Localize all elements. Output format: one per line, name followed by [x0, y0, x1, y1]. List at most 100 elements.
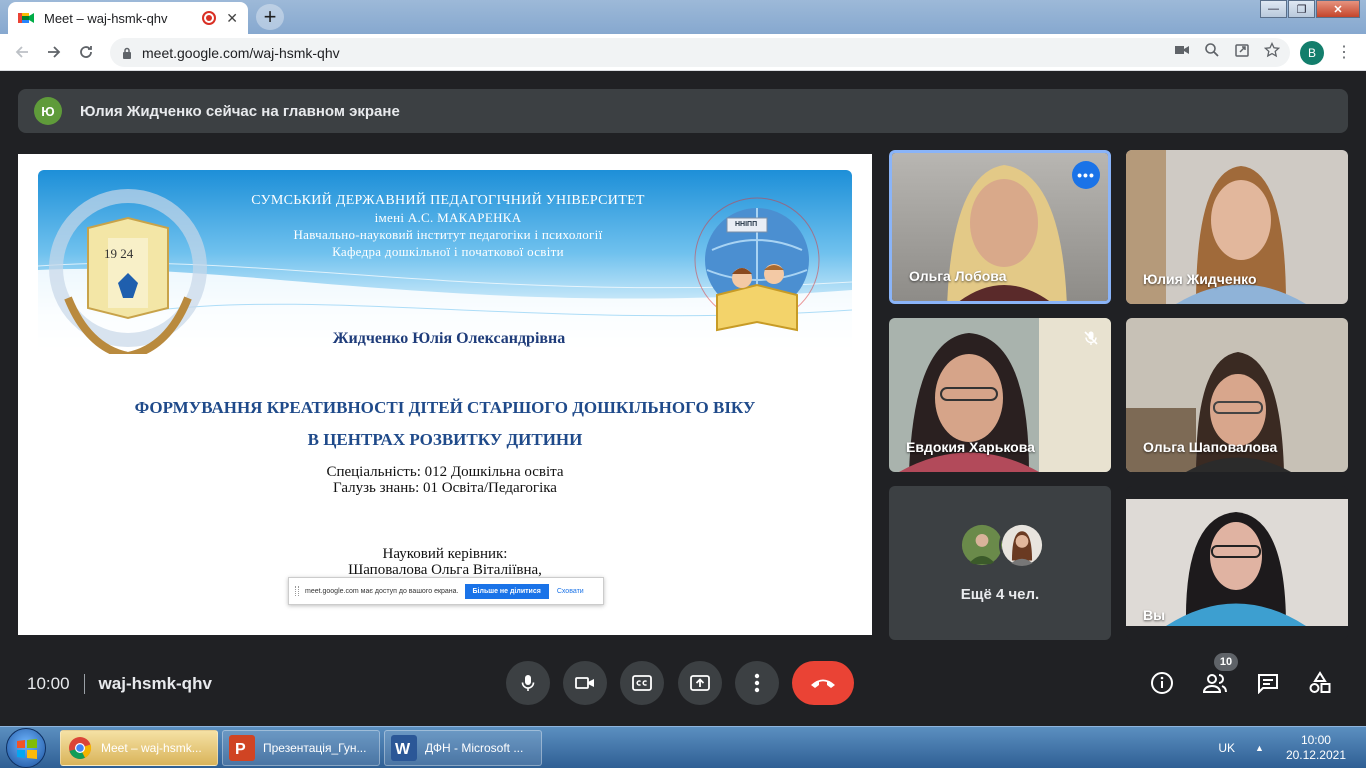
share-bar-text: meet.google.com має доступ до вашого екр…	[305, 587, 459, 595]
address-bar[interactable]: meet.google.com/waj-hsmk-qhv	[110, 38, 1290, 67]
show-hidden-icons-icon[interactable]: ▲	[1255, 743, 1264, 753]
activities-icon	[1309, 671, 1331, 693]
windows-logo-icon	[17, 739, 37, 759]
camera-button[interactable]	[563, 661, 607, 705]
participant-name: Юлия Жидченко	[1143, 271, 1257, 287]
meeting-code: waj-hsmk-qhv	[98, 674, 212, 693]
people-button[interactable]	[1201, 669, 1229, 697]
university-named-after: імені А.С. МАКАРЕНКА	[374, 210, 522, 225]
new-tab-button[interactable]: +	[256, 4, 284, 30]
institute-name: Навчально-науковий інститут педагогіки і…	[293, 227, 603, 242]
specialty-block: Спеціальність: 012 Дошкільна освіта Галу…	[18, 464, 872, 496]
system-tray: UK ▲ 10:00 20.12.2021	[1218, 727, 1360, 768]
others-avatars	[959, 522, 1045, 568]
more-options-menu-button[interactable]	[735, 661, 779, 705]
participant-name: Ольга Лобова	[909, 268, 1007, 284]
presentation-banner: Ю Юлия Жидченко сейчас на главном экране	[18, 89, 1348, 133]
people-count-badge: 10	[1214, 653, 1238, 671]
taskbar-item-chrome[interactable]: Meet – waj-hsmk...	[60, 730, 218, 766]
participant-tile[interactable]: ••• Ольга Лобова	[889, 150, 1111, 304]
svg-text:P: P	[235, 741, 246, 757]
os-taskbar: Meet – waj-hsmk... P Презентація_Гун... …	[0, 726, 1366, 768]
forward-arrow-icon[interactable]	[38, 36, 70, 68]
tab-title: Meet – waj-hsmk-qhv	[44, 10, 168, 26]
leave-call-button[interactable]	[792, 661, 854, 705]
others-tile[interactable]: Ещё 4 чел.	[889, 486, 1111, 640]
participant-tile[interactable]: Ольга Шаповалова	[1126, 318, 1348, 472]
back-arrow-icon[interactable]	[6, 36, 38, 68]
maximize-button[interactable]: ❐	[1288, 0, 1315, 18]
captions-button[interactable]	[620, 661, 664, 705]
drag-handle-icon[interactable]	[295, 586, 299, 596]
camera-icon	[575, 677, 594, 689]
browser-toolbar: meet.google.com/waj-hsmk-qhv B ⋮	[0, 34, 1366, 71]
logo-year: 19 24	[104, 246, 134, 261]
lock-icon	[123, 47, 131, 59]
chat-button[interactable]	[1254, 669, 1282, 697]
participant-tile[interactable]: Юлия Жидченко	[1126, 150, 1348, 304]
omnibox-actions	[1174, 42, 1280, 58]
present-screen-icon	[690, 675, 710, 691]
clock-time: 10:00	[1300, 733, 1331, 747]
start-button[interactable]	[6, 728, 46, 768]
stop-sharing-button[interactable]: Більше не ділитися	[464, 583, 549, 599]
microphone-icon	[521, 675, 535, 691]
more-vert-icon	[754, 673, 760, 693]
captions-icon	[632, 675, 652, 691]
thesis-title: ФОРМУВАННЯ КРЕАТИВНОСТІ ДІТЕЙ СТАРШОГО Д…	[18, 392, 872, 456]
word-icon: W	[391, 735, 417, 761]
more-options-button[interactable]: •••	[1072, 161, 1100, 189]
department-name: Кафедра дошкільної і початкової освіти	[332, 244, 564, 259]
self-tile[interactable]: Вы	[1126, 486, 1348, 640]
browser-menu-icon[interactable]: ⋮	[1336, 42, 1352, 62]
author-name: Жидченко Юлія Олександрівна	[332, 330, 566, 347]
others-count-text: Ещё 4 чел.	[960, 586, 1040, 603]
chat-icon	[1258, 674, 1278, 694]
end-call-icon	[811, 679, 835, 688]
banner-text: Юлия Жидченко сейчас на главном экране	[80, 102, 400, 120]
taskbar-item-label: Презентація_Гун...	[263, 741, 367, 755]
university-name: СУМСЬКИЙ ДЕРЖАВНИЙ ПЕДАГОГІЧНИЙ УНІВЕРСИ…	[251, 193, 645, 208]
bookmark-star-icon[interactable]	[1264, 42, 1280, 58]
field-text: Галузь знань: 01 Освіта/Педагогіка	[333, 480, 557, 496]
tab-close-icon[interactable]: ✕	[226, 10, 238, 27]
university-title: СУМСЬКИЙ ДЕРЖАВНИЙ ПЕДАГОГІЧНИЙ УНІВЕРСИ…	[248, 192, 648, 260]
recording-indicator-icon	[202, 11, 217, 25]
window-close-button[interactable]: ✕	[1316, 0, 1360, 18]
taskbar-item-label: Meet – waj-hsmk...	[101, 741, 202, 755]
present-screen-button[interactable]	[678, 661, 722, 705]
chrome-icon	[67, 735, 93, 761]
powerpoint-icon: P	[229, 735, 255, 761]
minimize-button[interactable]: —	[1260, 0, 1287, 18]
activities-button[interactable]	[1306, 669, 1334, 697]
profile-avatar[interactable]: B	[1300, 41, 1324, 65]
participant-tile[interactable]: Евдокия Харькова	[889, 318, 1111, 472]
taskbar-item-label: ДФН - Microsoft ...	[425, 741, 524, 755]
advisor-name: Шаповалова Ольга Віталіївна,	[348, 562, 542, 578]
system-clock[interactable]: 10:00 20.12.2021	[1286, 733, 1346, 763]
browser-tab[interactable]: Meet – waj-hsmk-qhv ✕	[8, 2, 248, 34]
info-icon	[1151, 672, 1173, 694]
people-icon	[1202, 674, 1227, 693]
screen-share-bar: meet.google.com має доступ до вашого екр…	[288, 577, 604, 605]
thesis-line-2: В ЦЕНТРАХ РОЗВИТКУ ДИТИНИ	[307, 430, 583, 449]
presenter-avatar: Ю	[34, 97, 62, 125]
language-indicator[interactable]: UK	[1218, 741, 1235, 755]
reload-icon[interactable]	[70, 36, 102, 68]
hide-share-bar-button[interactable]: Сховати	[557, 588, 584, 595]
camera-in-use-icon[interactable]	[1174, 42, 1190, 58]
share-icon[interactable]	[1234, 42, 1250, 58]
zoom-icon[interactable]	[1204, 42, 1220, 58]
mic-muted-icon	[1084, 331, 1098, 345]
meeting-info: 10:00 waj-hsmk-qhv	[27, 674, 212, 694]
others-group: Ещё 4 чел.	[889, 486, 1111, 640]
taskbar-item-powerpoint[interactable]: P Презентація_Гун...	[222, 730, 380, 766]
thesis-line-1: ФОРМУВАННЯ КРЕАТИВНОСТІ ДІТЕЙ СТАРШОГО Д…	[134, 398, 756, 417]
advisor-block: Науковий керівник: Шаповалова Ольга Віта…	[18, 546, 872, 578]
svg-text:W: W	[395, 741, 411, 757]
self-name: Вы	[1143, 607, 1166, 623]
meeting-details-button[interactable]	[1148, 669, 1176, 697]
microphone-button[interactable]	[506, 661, 550, 705]
slide-header: 19 24 СУМСЬКИЙ ДЕРЖАВНИЙ ПЕДАГОГІЧНИЙ УН…	[38, 170, 852, 354]
taskbar-item-word[interactable]: W ДФН - Microsoft ...	[384, 730, 542, 766]
